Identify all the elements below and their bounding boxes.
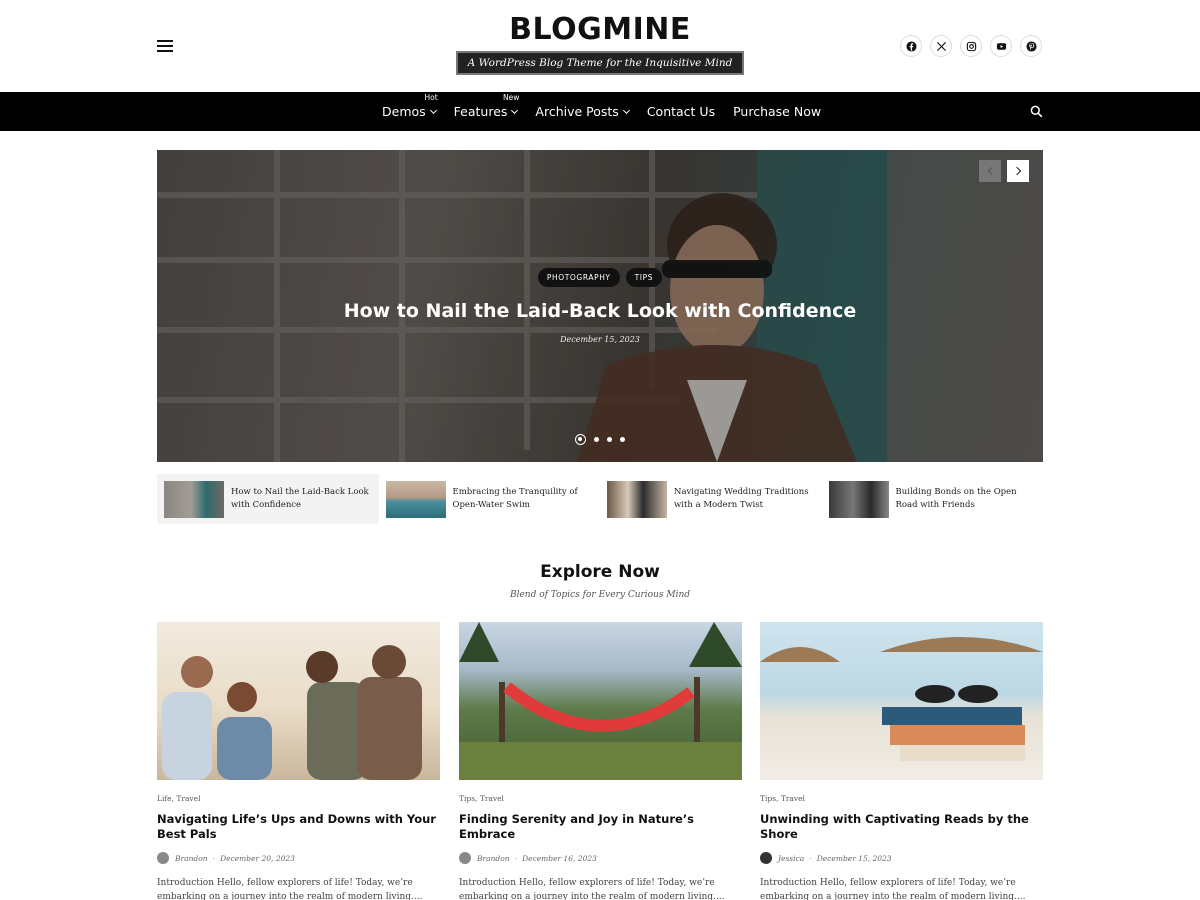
post-date: December 15, 2023 (816, 853, 892, 863)
nav-badge: Hot (424, 93, 438, 102)
slider-thumbnails: How to Nail the Laid-Back Look with Conf… (157, 474, 1043, 524)
youtube-icon[interactable] (990, 35, 1012, 57)
chevron-right-icon (1012, 166, 1021, 176)
post-card: Tips, Travel Unwinding with Captivating … (760, 622, 1043, 900)
slider-dot-3[interactable] (607, 437, 612, 442)
post-categories[interactable]: Tips, Travel (760, 794, 1043, 803)
site-tagline: A WordPress Blog Theme for the Inquisiti… (455, 51, 745, 75)
thumb-item[interactable]: Building Bonds on the Open Road with Fri… (822, 474, 1044, 524)
slider-dot-4[interactable] (620, 437, 625, 442)
site-header: BLOGMINE A WordPress Blog Theme for the … (0, 0, 1200, 92)
x-icon[interactable] (930, 35, 952, 57)
chevron-down-icon (429, 106, 437, 114)
hero-slider[interactable]: PHOTOGRAPHY TIPS How to Nail the Laid-Ba… (157, 150, 1043, 462)
thumb-image (164, 480, 224, 518)
meta-separator: - (212, 853, 216, 863)
post-meta: Brandon - December 16, 2023 (459, 852, 742, 864)
nav-menu: Demos Hot Features New Archive Posts Con… (382, 92, 821, 131)
post-card: Tips, Travel Finding Serenity and Joy in… (459, 622, 742, 900)
slider-dot-2[interactable] (594, 437, 599, 442)
thumb-item[interactable]: Embracing the Tranquility of Open-Water … (379, 474, 601, 524)
chevron-down-icon (511, 106, 519, 114)
post-date: December 20, 2023 (220, 853, 295, 863)
slider-dot-1[interactable] (575, 434, 586, 445)
thumb-title: How to Nail the Laid-Back Look with Conf… (231, 487, 369, 510)
thumb-image (607, 480, 667, 518)
thumb-image (828, 480, 889, 518)
post-title[interactable]: Navigating Life’s Ups and Downs with You… (157, 812, 440, 842)
post-meta: Jessica - December 15, 2023 (760, 852, 1043, 864)
hero-title[interactable]: How to Nail the Laid-Back Look with Conf… (157, 300, 1043, 322)
post-title[interactable]: Finding Serenity and Joy in Nature’s Emb… (459, 812, 742, 842)
search-icon[interactable] (1030, 105, 1043, 118)
post-image[interactable] (459, 622, 742, 780)
main-nav: Demos Hot Features New Archive Posts Con… (0, 92, 1200, 131)
post-excerpt: Introduction Hello, fellow explorers of … (760, 878, 1026, 900)
meta-separator: - (514, 853, 518, 863)
social-links (900, 35, 1042, 57)
post-card: Life, Travel Navigating Life’s Ups and D… (157, 622, 440, 900)
thumb-title: Building Bonds on the Open Road with Fri… (895, 487, 1017, 510)
nav-item-label: Features (453, 104, 508, 119)
pinterest-icon[interactable] (1020, 35, 1042, 57)
post-author[interactable]: Brandon (175, 854, 208, 863)
slider-next-button[interactable] (1007, 160, 1029, 182)
nav-item-features[interactable]: Features New (453, 93, 520, 119)
post-author[interactable]: Jessica (778, 854, 804, 863)
nav-item-archive-posts[interactable]: Archive Posts (535, 104, 630, 119)
nav-item-label: Purchase Now (733, 104, 822, 119)
post-meta: Brandon - December 20, 2023 (157, 852, 440, 864)
nav-badge: New (503, 93, 520, 102)
section-title: Explore Now (540, 562, 660, 582)
section-subtitle: Blend of Topics for Every Curious Mind (509, 590, 691, 600)
books-photo (760, 637, 1043, 761)
post-date: December 16, 2023 (522, 853, 597, 863)
post-image[interactable] (157, 622, 440, 780)
slider-dots (157, 434, 1043, 445)
chevron-down-icon (622, 106, 630, 114)
nav-item-label: Archive Posts (535, 104, 619, 119)
post-excerpt: Introduction Hello, fellow explorers of … (157, 878, 423, 900)
author-avatar[interactable] (157, 852, 169, 864)
instagram-icon[interactable] (960, 35, 982, 57)
chevron-left-icon (987, 166, 996, 176)
nav-item-label: Demos (382, 104, 426, 119)
post-title[interactable]: Unwinding with Captivating Reads by the … (760, 812, 1043, 842)
post-image[interactable] (760, 622, 1043, 780)
post-categories[interactable]: Tips, Travel (459, 794, 742, 803)
thumb-item[interactable]: Navigating Wedding Traditions with a Mod… (600, 474, 822, 524)
author-avatar[interactable] (459, 852, 471, 864)
nav-item-contact-us[interactable]: Contact Us (647, 104, 715, 119)
author-avatar[interactable] (760, 852, 772, 864)
thumb-item[interactable]: How to Nail the Laid-Back Look with Conf… (157, 474, 379, 524)
nav-item-purchase-now[interactable]: Purchase Now (733, 104, 821, 119)
tag-photography[interactable]: PHOTOGRAPHY (537, 268, 620, 287)
friends-photo (162, 645, 422, 780)
meta-separator: - (809, 853, 812, 863)
thumb-title: Embracing the Tranquility of Open-Water … (452, 487, 578, 510)
nav-item-demos[interactable]: Demos Hot (382, 93, 438, 119)
thumb-image (385, 480, 446, 518)
post-excerpt: Introduction Hello, fellow explorers of … (459, 878, 725, 900)
tag-tips[interactable]: TIPS (625, 268, 663, 287)
nav-item-label: Contact Us (646, 104, 716, 119)
hero-date: December 15, 2023 (560, 335, 640, 344)
post-author[interactable]: Brandon (477, 854, 510, 863)
thumb-title: Navigating Wedding Traditions with a Mod… (674, 487, 809, 510)
facebook-icon[interactable] (900, 35, 922, 57)
hammock-photo (459, 622, 742, 780)
post-categories[interactable]: Life, Travel (157, 794, 440, 803)
hero-tags: PHOTOGRAPHY TIPS (157, 268, 1043, 287)
slider-prev-button[interactable] (979, 160, 1001, 182)
